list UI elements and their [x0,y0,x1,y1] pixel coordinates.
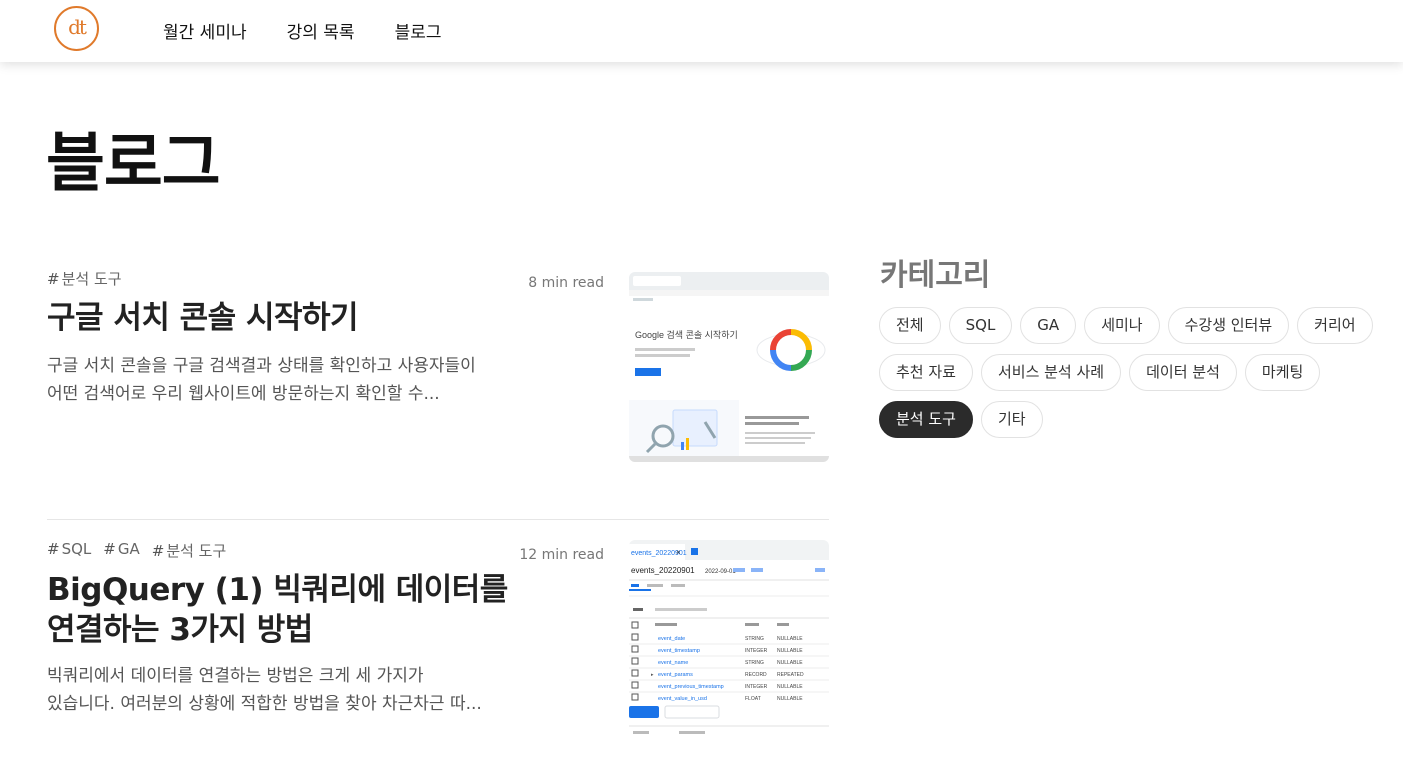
svg-text:event_value_in_usd: event_value_in_usd [658,696,707,702]
post-tag[interactable]: # 분석 도구 [47,268,122,289]
post-title[interactable]: 구글 서치 콘솔 시작하기 [47,298,517,338]
schema-rows: event_date STRING NULLABLE event_timesta… [629,633,829,702]
svg-text:STRING: STRING [745,636,764,642]
category-chip[interactable]: 세미나 [1084,307,1160,344]
close-icon: × [676,548,681,557]
excerpt-line: 빅쿼리에서 데이터를 연결하는 방법은 크게 세 가지가 [47,666,424,686]
svg-text:event_params: event_params [658,672,693,678]
svg-text:NULLABLE: NULLABLE [777,636,803,642]
category-chip[interactable]: 서비스 분석 사례 [980,354,1122,391]
post-tag[interactable]: # GA [103,540,139,561]
site-header: dt 월간 세미나 강의 목록 블로그 [0,0,1403,62]
category-chip[interactable]: 마케팅 [1244,354,1321,391]
svg-text:event_name: event_name [658,660,688,666]
svg-text:event_timestamp: event_timestamp [658,648,700,654]
post-title[interactable]: BigQuery (1) 빅쿼리에 데이터를 연결하는 3가지 방법 [47,570,517,650]
post-excerpt: 빅쿼리에서 데이터를 연결하는 방법은 크게 세 가지가 있습니다. 여러분의 … [47,662,517,718]
category-chip[interactable]: 데이터 분석 [1129,354,1237,391]
nav-link-courses[interactable]: 강의 목록 [287,18,355,43]
site-logo[interactable]: dt [54,6,99,51]
post-card[interactable]: # 분석 도구 8 min read 구글 서치 콘솔 시작하기 구글 서치 콘솔… [47,268,829,468]
category-chip[interactable]: SQL [948,307,1013,344]
svg-text:RECORD: RECORD [745,672,767,678]
category-chip[interactable]: 추천 자료 [879,354,973,391]
post-thumbnail[interactable]: events_20220901 × events_20220901 2022-0… [629,540,829,740]
post-tag[interactable]: # SQL [47,540,91,561]
category-chips: 전체 SQL GA 세미나 수강생 인터뷰 커리어추천 자료 서비스 분석 사례 데이터 분석… [879,307,1399,438]
excerpt-line: 어떤 검색어로 우리 웹사이트에 방문하는지 확인할 수... [47,384,440,404]
nav-link-blog[interactable]: 블로그 [395,18,442,43]
post-title-line: BigQuery (1) 빅쿼리에 데이터를 [47,572,508,608]
svg-text:event_previous_timestamp: event_previous_timestamp [658,684,724,690]
post-thumbnail[interactable]: Google 검색 콘솔 시작하기 [629,272,829,462]
category-chip[interactable]: 커리어 [1297,307,1373,344]
svg-text:STRING: STRING [745,660,764,666]
excerpt-line: 구글 서치 콘솔을 구글 검색결과 상태를 확인하고 사용자들이 [47,356,476,376]
category-chip[interactable]: 기타 [980,401,1043,438]
post-title-line: 연결하는 3가지 방법 [47,612,313,648]
svg-text:REPEATED: REPEATED [777,672,804,678]
post-divider [47,519,829,520]
table-name: events_20220901 [631,566,695,575]
post-title-line: 구글 서치 콘솔 시작하기 [47,300,359,336]
search-console-thumbnail-image: Google 검색 콘솔 시작하기 [629,272,829,462]
category-chip[interactable]: 분석 도구 [879,401,973,438]
read-time: 8 min read [528,275,604,291]
nav-link-seminar[interactable]: 월간 세미나 [163,18,247,43]
main-nav: 월간 세미나 강의 목록 블로그 [163,18,442,43]
svg-text:event_date: event_date [658,636,685,642]
svg-text:NULLABLE: NULLABLE [777,660,803,666]
svg-text:FLOAT: FLOAT [745,696,761,702]
svg-text:INTEGER: INTEGER [745,648,768,654]
category-chip[interactable]: 수강생 인터뷰 [1167,307,1290,344]
bigquery-thumbnail-image: events_20220901 × events_20220901 2022-0… [629,540,829,740]
svg-text:NULLABLE: NULLABLE [777,696,803,702]
post-card[interactable]: # SQL # GA # 분석 도구 12 min read BigQuery (1)… [47,540,829,750]
post-tag[interactable]: # 분석 도구 [152,540,227,561]
category-chip[interactable]: GA [1020,307,1077,344]
category-title: 카테고리 [880,258,991,293]
post-tags: # 분석 도구 [47,268,122,289]
svg-text:NULLABLE: NULLABLE [777,648,803,654]
table-date: 2022-09-01 [705,569,736,575]
thumbnail-heading: Google 검색 콘솔 시작하기 [635,329,738,340]
page-title: 블로그 [46,127,221,201]
read-time: 12 min read [519,547,604,563]
post-excerpt: 구글 서치 콘솔을 구글 검색결과 상태를 확인하고 사용자들이 어떤 검색어로… [47,352,517,408]
category-chip[interactable]: 전체 [879,307,941,344]
excerpt-line: 있습니다. 여러분의 상황에 적합한 방법을 찾아 차근차근 따... [47,694,482,714]
svg-text:NULLABLE: NULLABLE [777,684,803,690]
post-tags: # SQL # GA # 분석 도구 [47,540,226,561]
svg-text:INTEGER: INTEGER [745,684,768,690]
